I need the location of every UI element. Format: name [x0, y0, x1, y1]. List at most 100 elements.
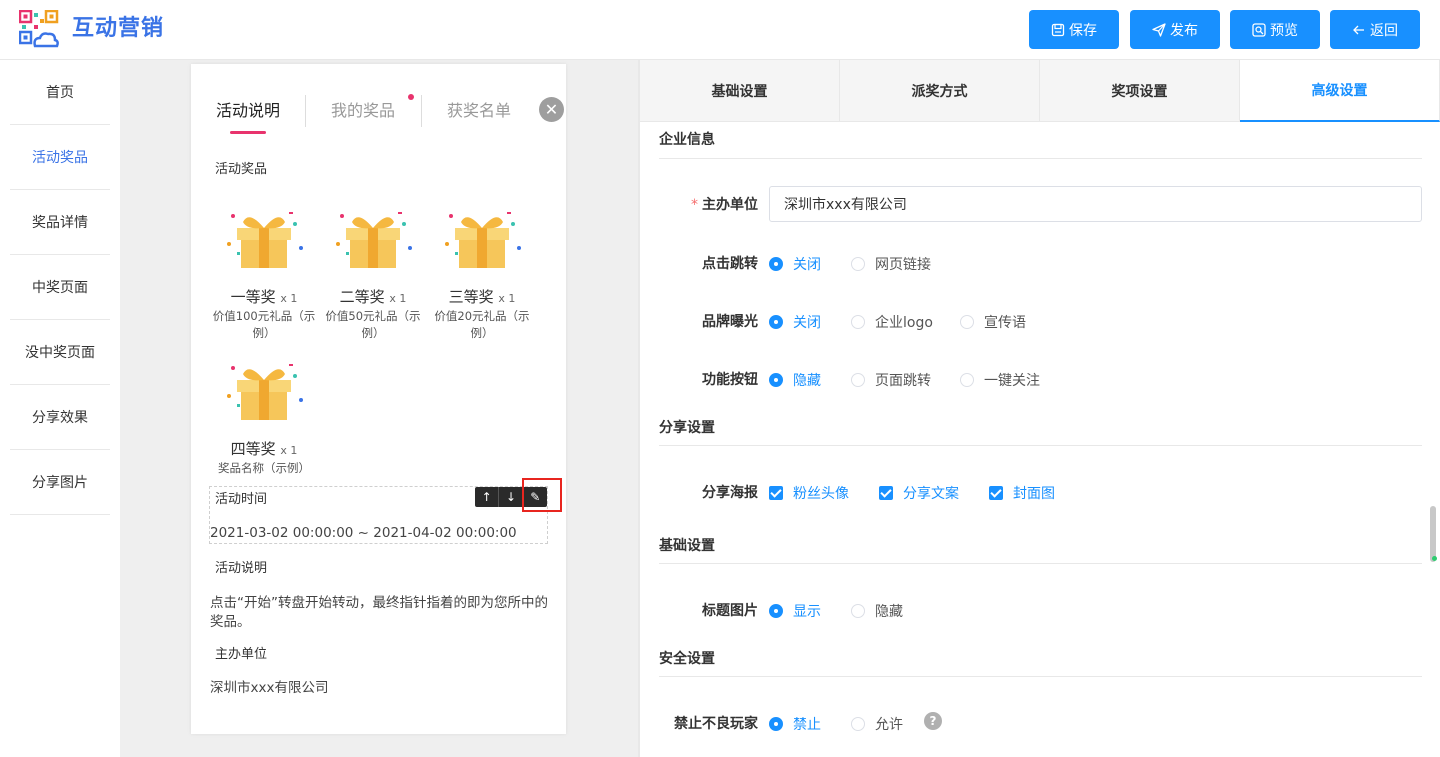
radio-dot [851, 257, 865, 271]
share-poster-label: 分享海报 [702, 485, 758, 501]
save-button-label: 保存 [1069, 22, 1097, 39]
close-icon[interactable]: ✕ [539, 97, 564, 122]
checkbox-fan-avatar[interactable]: 粉丝头像 [769, 483, 849, 503]
help-icon[interactable]: ? [924, 712, 942, 730]
tab-basic-settings[interactable]: 基础设置 [640, 60, 840, 122]
desc-section-label: 活动说明 [211, 559, 272, 583]
host-section-label: 主办单位 [211, 645, 272, 669]
app-root: 互动营销 保存 发布 预览 返回 首页 活动奖品 奖品详情 中奖页面 没中奖页面… [0, 0, 1440, 757]
time-section-label: 活动时间 [211, 490, 272, 514]
gift-icon [445, 212, 521, 268]
radio-function-jump[interactable]: 页面跳转 [851, 370, 931, 390]
prize-name: 四等奖 x 1 [230, 440, 298, 458]
host-label: * 主办单位 [691, 197, 758, 213]
radio-dot [851, 315, 865, 329]
radio-brand-logo[interactable]: 企业logo [851, 312, 933, 332]
gift-icon [336, 212, 412, 268]
checkbox-cover-image[interactable]: 封面图 [989, 483, 1055, 503]
tab-divider [421, 95, 422, 127]
click-jump-label: 点击跳转 [702, 256, 758, 272]
checkbox-box [879, 486, 893, 500]
divider [659, 158, 1422, 159]
save-button[interactable]: 保存 [1029, 10, 1119, 49]
tab-divider [305, 95, 306, 127]
block-players-label: 禁止不良玩家 [674, 716, 758, 732]
gift-icon [227, 212, 303, 268]
prize-name: 三等奖 x 1 [448, 288, 516, 306]
radio-title-hide[interactable]: 隐藏 [851, 601, 903, 621]
radio-function-follow[interactable]: 一键关注 [960, 370, 1040, 390]
prize-name: 二等奖 x 1 [339, 288, 407, 306]
radio-dot [851, 604, 865, 618]
group-title-basic: 基础设置 [659, 538, 715, 554]
radio-dot [769, 315, 783, 329]
top-header: 互动营销 保存 发布 预览 返回 [0, 0, 1440, 60]
save-icon [1051, 23, 1065, 36]
checkbox-share-copy[interactable]: 分享文案 [879, 483, 959, 503]
radio-dot [769, 257, 783, 271]
nav-item-home[interactable]: 首页 [10, 60, 110, 125]
left-nav: 首页 活动奖品 奖品详情 中奖页面 没中奖页面 分享效果 分享图片 [0, 60, 120, 757]
back-button-label: 返回 [1370, 22, 1398, 39]
title-image-label: 标题图片 [702, 603, 758, 619]
highlight-box [522, 478, 562, 512]
back-button[interactable]: 返回 [1330, 10, 1420, 49]
radio-function-hide[interactable]: 隐藏 [769, 370, 821, 390]
move-up-icon[interactable]: ↑ [475, 487, 500, 507]
brand-exposure-label: 品牌曝光 [702, 314, 758, 330]
group-title-share: 分享设置 [659, 420, 715, 436]
preview-tab-winners[interactable]: 获奖名单 [447, 100, 511, 122]
preview-tab-activity-info[interactable]: 活动说明 [216, 100, 280, 122]
checkbox-box [989, 486, 1003, 500]
radio-title-show[interactable]: 显示 [769, 601, 821, 621]
divider [659, 445, 1422, 446]
publish-button-label: 发布 [1170, 22, 1198, 39]
preview-button-label: 预览 [1270, 22, 1298, 39]
radio-click-jump-off[interactable]: 关闭 [769, 254, 821, 274]
nav-item-win-page[interactable]: 中奖页面 [10, 255, 110, 320]
group-title-security: 安全设置 [659, 651, 715, 667]
host-input[interactable]: 深圳市xxx有限公司 [769, 186, 1422, 222]
publish-button[interactable]: 发布 [1130, 10, 1220, 49]
activity-description: 点击“开始”转盘开始转动，最终指针指着的即为您所中的奖品。 [210, 595, 548, 630]
prize-description: 价值50元礼品（示例） [325, 309, 421, 340]
activity-time-value: 2021-03-02 00:00:00 ~ 2021-04-02 00:00:0… [210, 525, 517, 541]
nav-item-share-effect[interactable]: 分享效果 [10, 385, 110, 450]
tab-prize-settings[interactable]: 奖项设置 [1040, 60, 1240, 122]
checkbox-box [769, 486, 783, 500]
radio-dot [769, 373, 783, 387]
preview-tab-my-prizes[interactable]: 我的奖品 [331, 100, 395, 122]
radio-brand-off[interactable]: 关闭 [769, 312, 821, 332]
radio-click-jump-link[interactable]: 网页链接 [851, 254, 931, 274]
radio-block-allow[interactable]: 允许 [851, 714, 903, 734]
notification-dot [408, 94, 414, 100]
move-down-icon[interactable]: ↓ [499, 487, 524, 507]
phone-preview: 活动说明 我的奖品 获奖名单 ✕ 活动奖品 一等奖 x 1 价值100元礼品（示… [191, 64, 566, 734]
nav-item-share-image[interactable]: 分享图片 [10, 450, 110, 515]
nav-item-prize-detail[interactable]: 奖品详情 [10, 190, 110, 255]
tab-advanced-settings[interactable]: 高级设置 [1240, 60, 1440, 122]
host-value: 深圳市xxx有限公司 [210, 680, 329, 696]
function-button-label: 功能按钮 [702, 372, 758, 388]
radio-dot [851, 373, 865, 387]
arrow-left-icon [1353, 25, 1364, 34]
app-title: 互动营销 [72, 16, 165, 41]
radio-dot [960, 373, 974, 387]
scrollbar-thumb[interactable] [1430, 506, 1436, 562]
radio-brand-slogan[interactable]: 宣传语 [960, 312, 1026, 332]
gift-icon [227, 364, 303, 420]
preview-button[interactable]: 预览 [1230, 10, 1320, 49]
settings-panel: 基础设置 派奖方式 奖项设置 高级设置 企业信息 * 主办单位 深圳市xxx有限公… [638, 60, 1440, 757]
radio-dot [769, 717, 783, 731]
radio-dot [769, 604, 783, 618]
prize-card: 一等奖 x 1 价值100元礼品（示例） [209, 204, 319, 342]
scroll-indicator [1432, 556, 1437, 561]
radio-block-forbid[interactable]: 禁止 [769, 714, 821, 734]
send-icon [1152, 22, 1166, 37]
preview-icon [1252, 22, 1266, 37]
prize-card: 二等奖 x 1 价值50元礼品（示例） [318, 204, 428, 342]
nav-item-prizes[interactable]: 活动奖品 [10, 125, 110, 190]
nav-item-lose-page[interactable]: 没中奖页面 [10, 320, 110, 385]
tab-award-method[interactable]: 派奖方式 [840, 60, 1040, 122]
prize-name: 一等奖 x 1 [230, 288, 298, 306]
